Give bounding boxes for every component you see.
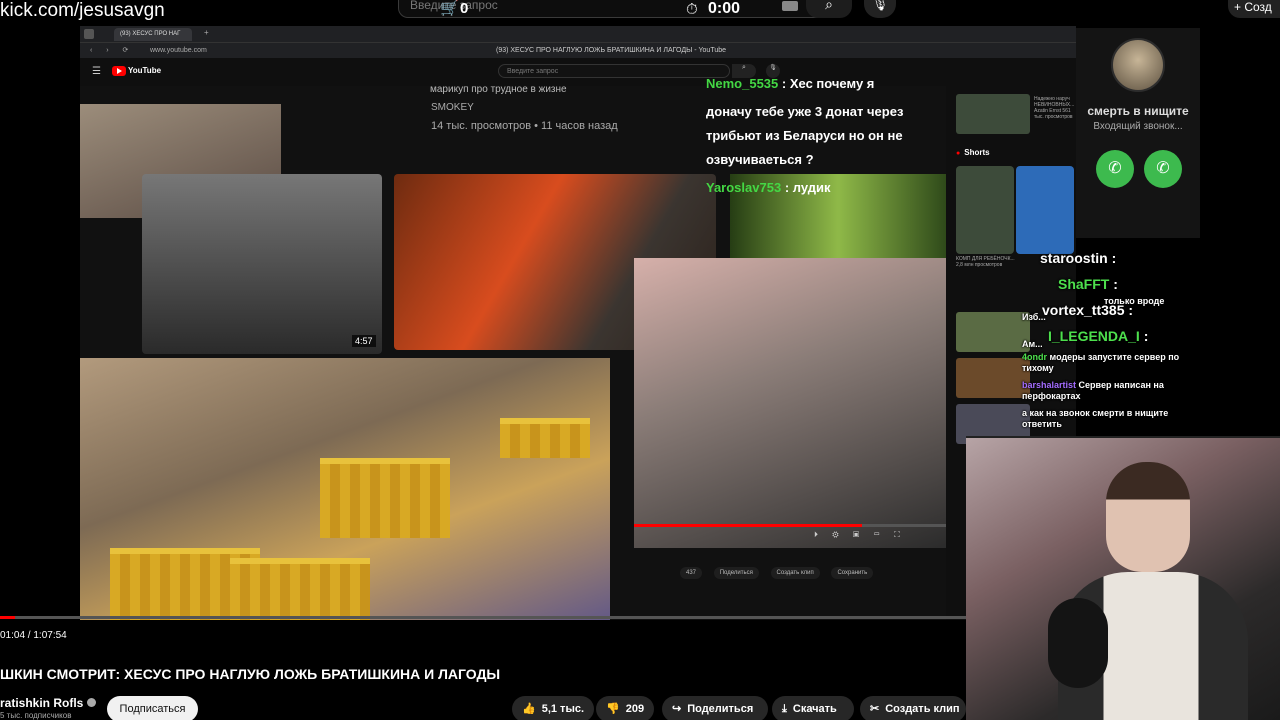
youtube-logo-icon[interactable] <box>112 66 126 76</box>
sidebar-thumbnail[interactable] <box>956 358 1030 398</box>
microphone <box>1048 598 1108 688</box>
overlay-chat-line: а как на звонок смерти в нищите ответить <box>1022 408 1169 429</box>
share-label: Поделиться <box>687 703 754 715</box>
dislike-count: 209 <box>625 703 645 715</box>
hamburger-menu-icon[interactable]: ☰ <box>92 66 101 77</box>
keyboard-icon[interactable] <box>782 1 798 11</box>
thumbs-down-icon: 👎 <box>606 703 620 715</box>
short-card[interactable] <box>1016 166 1074 254</box>
youtube-search-input[interactable]: Введите запрос <box>498 64 730 78</box>
new-tab-icon[interactable]: + <box>204 28 209 37</box>
dislike-button[interactable]: 👎 209 <box>596 696 654 720</box>
youtube-header: ☰ YouTube Введите запрос ⌕ 🎙 <box>80 58 1076 86</box>
share-icon: ↪ <box>672 703 682 715</box>
caller-avatar <box>1111 38 1165 92</box>
video-chat-line: Yaroslav753 : лудик <box>706 180 831 195</box>
overlay-chat-line: staroostin : <box>1040 250 1117 266</box>
scissors-icon: ✂ <box>870 703 880 715</box>
subscriber-count: 5 тыс. подписчиков <box>0 711 72 720</box>
create-clip-button[interactable]: ✂ Создать клип <box>860 696 966 720</box>
accept-video-call-icon[interactable]: ✆ <box>1144 150 1182 188</box>
verified-icon <box>87 698 97 707</box>
inner-save[interactable]: Сохранить <box>831 567 874 579</box>
video-chat-line: озвучиваеться ? <box>706 152 814 167</box>
like-count: 5,1 тыс. <box>541 703 585 715</box>
streamer-facecam <box>966 436 1280 720</box>
timer: 0:00 <box>708 0 741 17</box>
tab-bar: (93) ХЕСУС ПРО НАГ + <box>80 26 1076 42</box>
overlay-chat-small: только вроде <box>1104 296 1165 306</box>
stream-url: kick.com/jesusavgn <box>0 0 165 21</box>
short-meta: КОМП ДЛЯ РЕБЁНОЧК... 2,8 млн просмотров <box>956 256 1015 268</box>
cart-count: 0 <box>460 0 469 17</box>
cart-icon[interactable]: 🛒 <box>440 0 459 17</box>
video-time: 01:04 / 1:07:54 <box>0 630 67 641</box>
channel-name[interactable]: ratishkin Rofls <box>0 696 97 710</box>
like-button[interactable]: 👍 5,1 тыс. <box>512 696 594 720</box>
inner-video-actions: 437 Поделиться Создать клип Сохранить <box>680 567 883 579</box>
inner-video-progress[interactable] <box>634 524 946 527</box>
stopwatch-icon: ⏱ <box>686 1 698 18</box>
shared-browser-window: (93) ХЕСУС ПРО НАГ + ‹ › ⟳ www.youtube.c… <box>80 26 1076 620</box>
window-title: (93) ХЕСУС ПРО НАГЛУЮ ЛОЖЬ БРАТИШКИНА И … <box>496 47 727 54</box>
stream-video-content: марикуп про трудное в жизне SMOKEY 14 ты… <box>80 76 946 620</box>
inner-video-progress-fill <box>634 524 862 527</box>
address-bar: ‹ › ⟳ www.youtube.com (93) ХЕСУС ПРО НАГ… <box>80 42 1076 58</box>
inner-like-count[interactable]: 437 <box>680 567 703 579</box>
shorts-label: Shorts <box>956 148 989 157</box>
video-title: ШКИН СМОТРИТ: ХЕСУС ПРО НАГЛУЮ ЛОЖЬ БРАТ… <box>0 666 501 682</box>
call-status: Входящий звонок... <box>1093 121 1183 132</box>
create-label: Созд <box>1244 0 1272 14</box>
inner-clip[interactable]: Создать клип <box>770 567 820 579</box>
feed-video-title: марикуп про трудное в жизне <box>430 84 567 95</box>
video-chat-line: доначу тебе уже 3 донат через <box>706 104 904 119</box>
video-progress-fill <box>0 616 16 619</box>
hay-block <box>230 558 370 620</box>
nav-buttons-icon[interactable]: ‹ › ⟳ <box>90 46 134 54</box>
streamer-webcam-in-video <box>634 258 946 548</box>
feed-views: 14 тыс. просмотров • 11 часов назад <box>431 120 618 132</box>
download-button[interactable]: ⤓ Скачать <box>772 696 854 720</box>
video-progress-bar[interactable] <box>0 616 966 619</box>
browser-tab[interactable]: (93) ХЕСУС ПРО НАГ <box>114 28 192 41</box>
thumbs-up-icon: 👍 <box>522 703 536 715</box>
plus-icon: + <box>1234 0 1245 14</box>
overlay-chat-line: 4ondr модеры запустите сервер по тихому <box>1022 352 1180 373</box>
thumbnail-face[interactable] <box>142 174 382 354</box>
overlay-chat-line: barshalartist Сервер написан на перфокар… <box>1022 380 1164 401</box>
video-chat-line: Nemo_5535 : Хес почему я <box>706 76 875 91</box>
caller-name: смерть в нищите <box>1087 104 1189 118</box>
incoming-call-popup: смерть в нищите Входящий звонок... ✆ ✆ <box>1076 28 1200 238</box>
youtube-logo-text[interactable]: YouTube <box>128 66 161 75</box>
feed-channel: SMOKEY <box>431 102 474 113</box>
video-chat-line: трибьют из Беларуси но он не <box>706 128 903 143</box>
overlay-chat-line: ShaFFT : <box>1058 276 1118 292</box>
hay-block <box>500 418 590 458</box>
download-label: Скачать <box>792 703 837 715</box>
overlay-chat-line: I_LEGENDA_I : <box>1048 328 1149 344</box>
subscribe-button[interactable]: Подписаться <box>107 696 198 720</box>
sidebar-thumbnail[interactable] <box>956 94 1030 134</box>
sidebar-thumbnail[interactable] <box>956 312 1030 352</box>
minecraft-scene <box>80 358 610 620</box>
player-controls-icon[interactable]: ⏵ ⚙ ▣ ▭ ⛶ <box>814 530 906 540</box>
accept-call-icon[interactable]: ✆ <box>1096 150 1134 188</box>
download-icon: ⤓ <box>782 703 787 715</box>
inner-share[interactable]: Поделиться <box>713 567 759 579</box>
overlay-chat-small: Изб... <box>1022 312 1046 322</box>
hay-block <box>320 458 450 538</box>
create-button[interactable]: + Созд <box>1228 0 1280 18</box>
share-button[interactable]: ↪ Поделиться <box>662 696 768 720</box>
address-url[interactable]: www.youtube.com <box>150 47 207 54</box>
mic-icon[interactable]: 🎙 <box>864 0 896 18</box>
clip-label: Создать клип <box>885 703 960 715</box>
channel-name-text[interactable]: ratishkin Rofls <box>0 696 83 710</box>
streamer-head <box>1106 462 1190 572</box>
search-icon[interactable]: ⌕ <box>806 0 852 18</box>
thumbnail-duration: 4:57 <box>352 335 376 347</box>
short-card[interactable] <box>956 166 1014 254</box>
overlay-chat-small: Ам... <box>1022 339 1043 349</box>
sidebar-item-meta: Надежно наруч НЕВИНОВНЫХ... Azatin Ernst… <box>1034 96 1075 120</box>
browser-icon <box>84 29 94 39</box>
